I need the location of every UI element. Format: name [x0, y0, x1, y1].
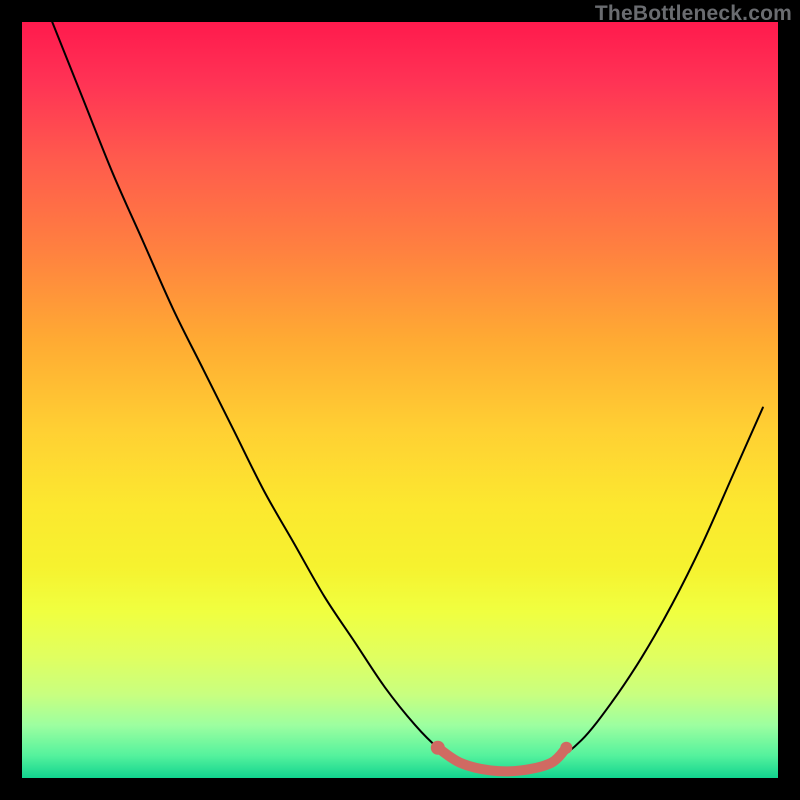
optimal-zone-start-dot	[431, 741, 445, 755]
optimal-zone-end-dot	[560, 742, 572, 754]
chart-container: TheBottleneck.com	[0, 0, 800, 800]
optimal-zone-curve	[438, 748, 567, 772]
curve-layer	[22, 22, 778, 778]
bottleneck-curve	[52, 22, 763, 771]
attribution-text: TheBottleneck.com	[595, 2, 792, 26]
